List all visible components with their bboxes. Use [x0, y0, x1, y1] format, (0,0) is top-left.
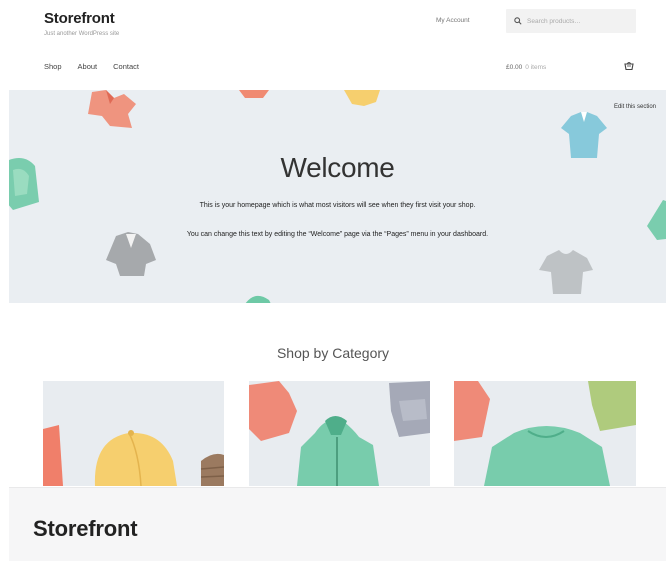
shirt-illustration: [344, 90, 380, 106]
category-tile-hoodies[interactable]: [249, 381, 430, 486]
shirt-illustration: [239, 90, 269, 98]
nav-item-about[interactable]: About: [78, 62, 98, 71]
primary-nav: Shop About Contact: [44, 62, 139, 71]
tshirt-illustration: [539, 250, 593, 294]
cap-illustration: [43, 425, 224, 486]
shirt-illustration: [88, 90, 136, 128]
search-box[interactable]: [506, 9, 636, 33]
site-header: Storefront Just another WordPress site M…: [0, 0, 666, 88]
footer-site-title: Storefront: [33, 516, 138, 541]
edit-section-link[interactable]: Edit this section: [614, 104, 656, 110]
site-title[interactable]: Storefront: [44, 10, 119, 27]
category-tile-sweaters[interactable]: [454, 381, 636, 486]
search-input[interactable]: [527, 17, 627, 25]
site-tagline: Just another WordPress site: [44, 31, 120, 37]
hoodie-illustration: [249, 381, 430, 486]
cart-icon[interactable]: [624, 61, 634, 71]
category-heading: Shop by Category: [276, 345, 390, 361]
nav-item-contact[interactable]: Contact: [113, 62, 139, 71]
cart-item-count: 0 items: [525, 64, 547, 71]
cart-total[interactable]: £0.00 0 items: [506, 64, 546, 71]
hero-text-line: You can change this text by editing the …: [186, 231, 489, 238]
search-icon: [514, 17, 522, 25]
cart-amount: £0.00: [506, 64, 523, 71]
hoodie-illustration: [245, 295, 271, 303]
hero-text-line: This is your homepage which is what most…: [199, 202, 476, 209]
footer-bar: Storefront: [9, 487, 666, 561]
category-tile-accessories[interactable]: [43, 381, 224, 486]
nav-item-shop[interactable]: Shop: [44, 62, 62, 71]
my-account-link[interactable]: My Account: [436, 17, 470, 24]
hero-section: Edit this section Welcome This is your h…: [9, 90, 666, 303]
hero-title: Welcome: [280, 152, 395, 183]
site-branding: Storefront Just another WordPress site: [44, 10, 119, 37]
sweater-illustration: [454, 381, 636, 486]
